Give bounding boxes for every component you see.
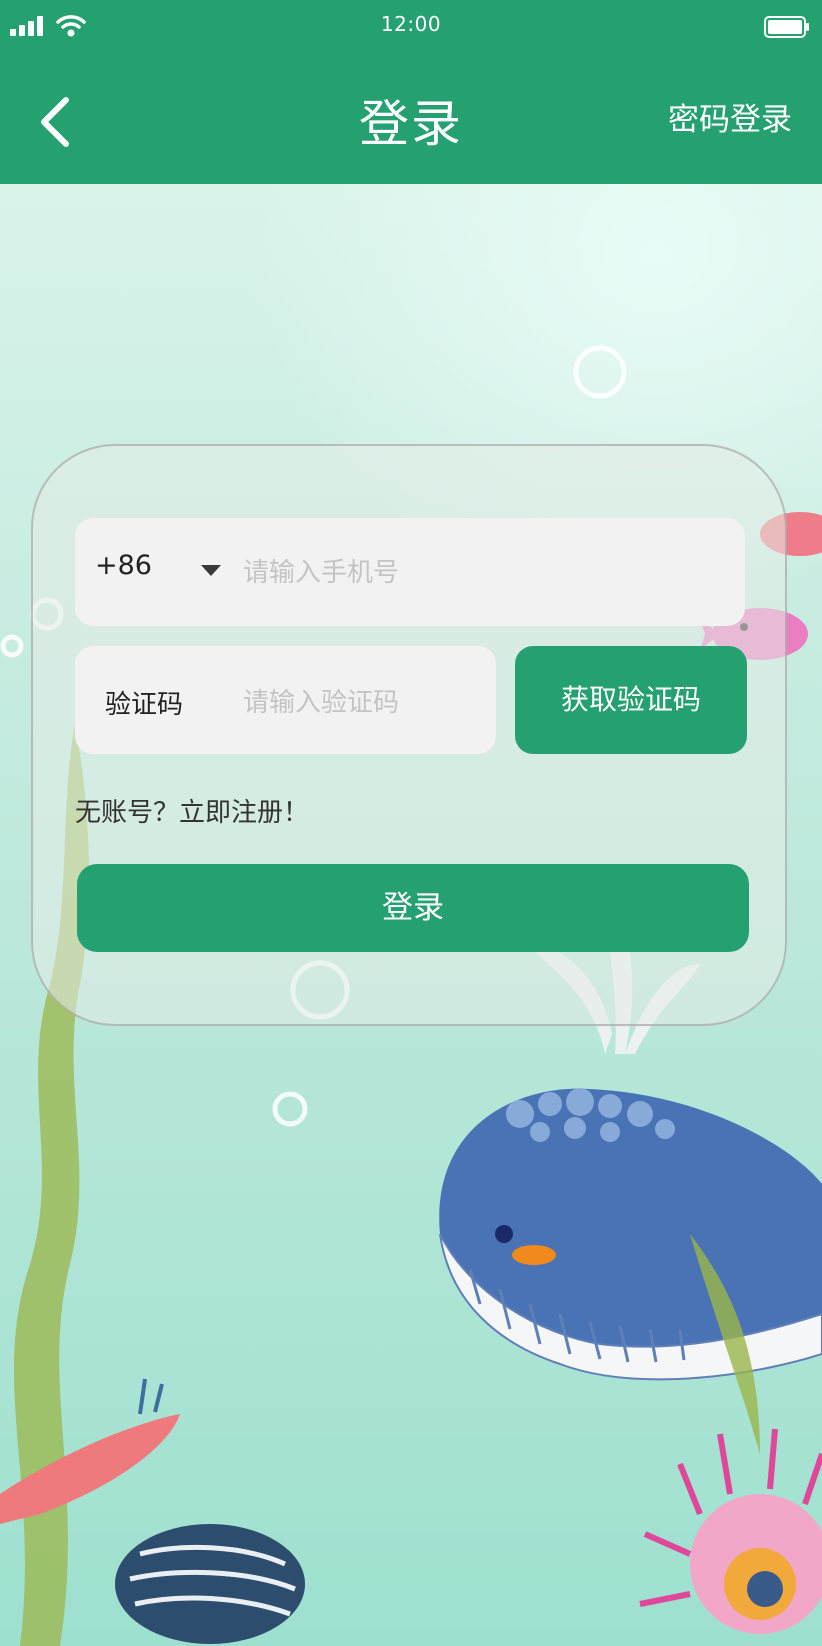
login-card: +86 验证码 获取验证码 无账号？立即注册！ 登录 — [31, 444, 787, 1026]
phone-field: +86 — [75, 518, 745, 626]
register-link[interactable]: 无账号？立即注册！ — [75, 792, 309, 829]
login-button[interactable]: 登录 — [77, 864, 749, 952]
status-bar: 12:00 — [0, 0, 822, 54]
password-login-link[interactable]: 密码登录 — [668, 94, 792, 139]
verification-code-field: 验证码 — [75, 646, 496, 754]
verification-code-label: 验证码 — [105, 690, 184, 720]
login-screen: 12:00 登录 密码登录 +86 验证码 获取验证码 无账号？立即注册！ 登 — [0, 0, 822, 1646]
phone-input[interactable] — [241, 552, 725, 594]
caret-down-icon[interactable] — [201, 565, 221, 576]
shell-illustration — [115, 1524, 305, 1644]
status-time: 12:00 — [380, 12, 442, 36]
get-code-button[interactable]: 获取验证码 — [515, 646, 747, 754]
navigation-bar: 登录 密码登录 — [0, 54, 822, 184]
battery-icon — [764, 16, 809, 38]
country-code-selector[interactable]: +86 — [95, 550, 152, 581]
verification-code-input[interactable] — [241, 682, 485, 724]
